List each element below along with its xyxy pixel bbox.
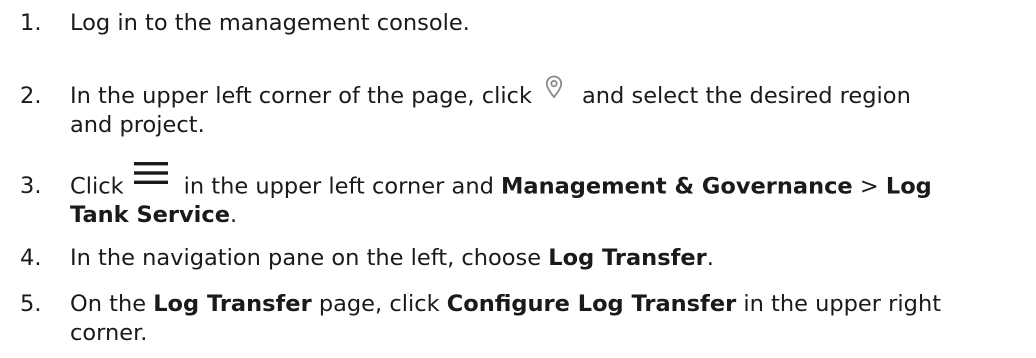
step-5-text-d: corner. (70, 320, 148, 346)
step-text: In the navigation pane on the left, choo… (70, 244, 1032, 273)
step-text: Log in to the management console. (70, 9, 1032, 38)
step-5-text-a: On the (70, 291, 147, 317)
step-line: Log in to the management console. (70, 9, 1032, 38)
step-4-period: . (706, 245, 714, 271)
log-transfer-page-label: Log Transfer (153, 291, 312, 317)
step-2-text-c: and project. (70, 112, 205, 138)
step-2-text-b: and select the desired region (581, 83, 911, 109)
step-line: In the navigation pane on the left, choo… (70, 244, 1032, 273)
menu-path-separator: > (859, 173, 879, 200)
procedure-steps: 1. Log in to the management console. 2. … (0, 0, 1036, 358)
step-5-text-c: in the upper right (743, 291, 942, 317)
step-line: In the upper left corner of the page, cl… (70, 75, 1032, 111)
step-number: 3. (20, 173, 42, 199)
step-number: 4. (20, 245, 42, 271)
step-3-text-a: Click (70, 173, 124, 200)
location-pin-icon (545, 75, 563, 98)
step-3-text-b: in the upper left corner and (183, 173, 494, 200)
step-2-text-a: In the upper left corner of the page, cl… (70, 83, 532, 109)
menu-path-log: Log (885, 173, 932, 200)
configure-log-transfer-label: Configure Log Transfer (446, 291, 737, 317)
step-line: Click in the upper left corner and Manage… (70, 162, 1032, 201)
menu-path-management-governance: Management & Governance (501, 173, 853, 200)
step-line: Tank Service. (70, 201, 1032, 230)
step-text: On the Log Transfer page, click Configur… (70, 290, 1032, 348)
step-line: corner. (70, 319, 1032, 348)
step-line: and project. (70, 111, 1032, 140)
step-1-text: Log in to the management console. (70, 10, 470, 36)
step-number: 1. (20, 10, 42, 36)
menu-path-tank-service: Tank Service (70, 202, 230, 228)
step-5-text-b: page, click (318, 291, 440, 317)
step-line: On the Log Transfer page, click Configur… (70, 290, 1032, 319)
hamburger-menu-icon (133, 162, 168, 184)
step-number: 5. (20, 291, 42, 317)
log-transfer-label: Log Transfer (548, 245, 707, 271)
step-4-text: In the navigation pane on the left, choo… (70, 245, 542, 271)
step-number: 2. (20, 83, 42, 109)
step-3-period: . (229, 202, 238, 228)
step-text: Click in the upper left corner and Manage… (70, 162, 1032, 230)
step-text: In the upper left corner of the page, cl… (70, 75, 1032, 140)
